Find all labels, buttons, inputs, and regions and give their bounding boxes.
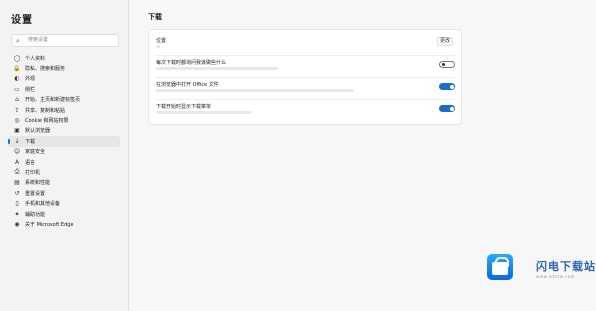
settings-title: 设置 [11,15,33,26]
sidebar-item-label: 系统和性能 [25,180,51,187]
sidebar-item-label: 重置设置 [25,190,46,197]
sidebar-item-label: 隐私、搜索和服务 [25,66,66,73]
sidebar-item-reset[interactable]: ↺ 重置设置 [8,188,120,198]
sidebar-item-accessibility[interactable]: ✦ 辅助功能 [8,209,120,219]
setting-label: 下载开始时显示下载菜单 [156,104,212,110]
watermark-text: 闪电下载站 [536,260,596,273]
start-icon: ⌂ [15,96,19,104]
toggle-knob [449,106,454,111]
sidebar-item-label: 下载 [25,138,36,145]
download-icon: ↓ [14,137,20,145]
settings-sidebar: 设置 ⌕ 搜索设置 ◯ 个人资料 🔒 隐私、搜索和服务 ◐ 外观 ▭ 侧栏 ⌂ 开始、主页和新建标… [0,0,129,311]
sidebar-item-label: Cookie 和网站权限 [25,118,69,125]
change-location-button[interactable]: 更改 [436,37,453,46]
sidebar-item-lock[interactable]: 🔒 隐私、搜索和服务 [8,63,120,73]
system-icon: ▤ [14,179,20,187]
setting-label: 在浏览器中打开 Office 文件 [156,82,219,88]
sidebar-nav: ◯ 个人资料 🔒 隐私、搜索和服务 ◐ 外观 ▭ 侧栏 ⌂ 开始、主页和新建标签页 ⇪ 共享、复制和粘… [8,53,122,230]
sidebar-item-system[interactable]: ▤ 系统和性能 [8,178,120,188]
printer-icon: ⎙ [14,168,20,176]
appearance-icon: ◐ [14,75,20,83]
watermark-url: www.sdxzw.com [536,274,576,279]
setting-row: 在浏览器中打开 Office 文件 [155,78,455,100]
setting-toggle[interactable] [439,105,455,112]
phone-icon: ▯ [15,200,19,208]
setting-row: 位置 更改 [155,34,455,56]
setting-row: 下载开始时显示下载菜单 [155,100,455,122]
sidebar-item-edge[interactable]: ◉ 关于 Microsoft Edge [8,219,120,229]
setting-row: 每次下载时都询问我该做些什么 [155,56,455,78]
language-icon: A [14,158,20,166]
profile-icon: ◯ [13,54,21,62]
share-icon: ⇪ [14,106,20,114]
edge-icon: ◉ [14,220,20,228]
search-placeholder: 搜索设置 [28,37,49,43]
reset-icon: ↺ [14,189,20,197]
family-icon: ☺ [13,148,21,156]
sidebar-item-family[interactable]: ☺ 家庭安全 [8,147,120,157]
sidebar-item-label: 打印机 [25,169,41,176]
sidebar-item-share[interactable]: ⇪ 共享、复制和粘贴 [8,105,120,115]
lock-icon: 🔒 [13,65,21,73]
sidebar-item-label: 个人资料 [25,55,46,62]
sidebar-item-label: 家庭安全 [25,149,46,156]
downloads-card: 位置 更改每次下载时都询问我该做些什么 在浏览器中打开 Office 文件 下载开始时… [148,29,462,125]
search-input[interactable]: ⌕ 搜索设置 [11,34,119,47]
sidebar-item-default-browser[interactable]: ▣ 默认浏览器 [8,126,120,136]
default-browser-icon: ▣ [14,127,20,135]
sidebar-item-download[interactable]: ↓ 下载 [8,136,120,147]
sidebar-item-label: 默认浏览器 [25,128,51,135]
sidebar-item-label: 手机和其他设备 [25,201,61,208]
sidebar-item-label: 关于 Microsoft Edge [25,221,74,228]
sidebar-item-sidebar[interactable]: ▭ 侧栏 [8,84,120,94]
toggle-knob [449,84,454,89]
setting-description [156,45,160,48]
setting-description [156,67,278,70]
sidebar-item-label: 侧栏 [25,86,36,93]
setting-toggle[interactable] [439,61,455,68]
sidebar-item-cookie[interactable]: ◎ Cookie 和网站权限 [8,115,120,125]
setting-label: 每次下载时都询问我该做些什么 [156,60,227,66]
sidebar-item-label: 辅助功能 [25,211,46,218]
shopping-bag-icon [487,254,513,280]
sidebar-item-language[interactable]: A 语言 [8,157,120,167]
sidebar-item-appearance[interactable]: ◐ 外观 [8,74,120,84]
search-icon: ⌕ [16,37,20,45]
watermark-logo [487,254,535,286]
sidebar-item-label: 开始、主页和新建标签页 [25,97,81,104]
accessibility-icon: ✦ [14,210,20,218]
page-title: 下载 [148,13,162,21]
setting-description [156,89,354,92]
sidebar-item-label: 共享、复制和粘贴 [25,107,66,114]
setting-description [156,111,252,114]
sidebar-item-phone[interactable]: ▯ 手机和其他设备 [8,198,120,208]
sidebar-item-profile[interactable]: ◯ 个人资料 [8,53,120,63]
sidebar-item-label: 外观 [25,76,36,83]
setting-label: 位置 [156,38,167,44]
sidebar-icon: ▭ [14,85,20,93]
sidebar-item-start[interactable]: ⌂ 开始、主页和新建标签页 [8,95,120,105]
sidebar-item-label: 语言 [25,159,36,166]
cookie-icon: ◎ [14,117,20,125]
toggle-knob [441,63,445,66]
sidebar-item-printer[interactable]: ⎙ 打印机 [8,167,120,177]
setting-toggle[interactable] [439,83,455,90]
